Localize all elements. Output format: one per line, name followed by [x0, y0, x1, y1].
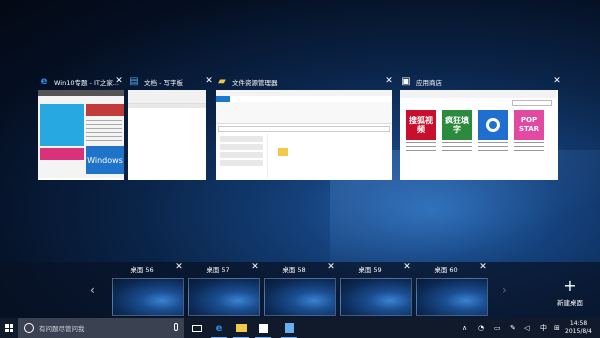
folder-icon: ▰	[218, 76, 226, 87]
search-box[interactable]: 有问题尽管问我	[18, 318, 184, 338]
close-icon[interactable]: ✕	[204, 76, 214, 86]
window-preview: Windows	[38, 90, 124, 180]
store-taskbar-icon[interactable]	[252, 318, 274, 338]
desktop-thumbnail	[340, 278, 412, 316]
task-view-icon[interactable]	[186, 318, 208, 338]
wordpad-taskbar-icon[interactable]	[278, 318, 300, 338]
window-title: 文档 - 写字板	[144, 79, 183, 87]
virtual-desktop[interactable]: 桌面 60 ✕	[416, 262, 488, 318]
desktop-label: 桌面 60	[434, 266, 458, 274]
window-preview	[128, 90, 206, 180]
clock-date: 2015/8/4	[565, 328, 592, 335]
show-hidden-icons-icon[interactable]: ∧	[462, 318, 467, 338]
virtual-desktop[interactable]: 桌面 58 ✕	[264, 262, 336, 318]
new-desktop-label[interactable]: 新建桌面	[546, 297, 594, 307]
file-explorer-icon[interactable]	[230, 318, 252, 338]
window-header: ▰ 文件资源管理器 ✕	[216, 74, 396, 90]
window-header: ▣ 应用商店 ✕	[400, 74, 562, 90]
desktop-label: 桌面 58	[282, 266, 306, 274]
speech-bubble-icon[interactable]: ✎	[510, 318, 516, 338]
window-thumb-wordpad[interactable]: ▤ 文档 - 写字板 ✕	[128, 74, 214, 180]
edge-taskbar-icon[interactable]: e	[208, 318, 230, 338]
start-button[interactable]	[0, 318, 18, 338]
window-thumb-store[interactable]: ▣ 应用商店 ✕ 搜狐视频 疯狂填字 POP STAR	[400, 74, 562, 180]
store-app-tile: 搜狐视频	[406, 110, 436, 140]
close-icon[interactable]: ✕	[114, 76, 124, 86]
volume-icon[interactable]: ◁	[524, 318, 529, 338]
close-icon[interactable]: ✕	[384, 76, 394, 86]
close-icon[interactable]: ✕	[478, 262, 488, 272]
clock[interactable]: 14:58 2015/8/4	[565, 320, 592, 336]
network-icon[interactable]: ◔	[478, 318, 484, 338]
window-preview	[216, 90, 392, 180]
desktop-thumbnail	[112, 278, 184, 316]
desktop-thumbnail	[188, 278, 260, 316]
close-icon[interactable]: ✕	[174, 262, 184, 272]
windows-banner: Windows	[86, 146, 124, 174]
action-center-icon[interactable]: ▭	[494, 318, 501, 338]
close-icon[interactable]: ✕	[402, 262, 412, 272]
clock-time: 14:58	[569, 320, 588, 327]
window-title: 文件资源管理器	[232, 79, 278, 87]
window-header: ▤ 文档 - 写字板 ✕	[128, 74, 214, 90]
window-title: 应用商店	[416, 79, 442, 87]
desktop-label: 桌面 57	[206, 266, 230, 274]
window-thumb-explorer[interactable]: ▰ 文件资源管理器 ✕	[216, 74, 396, 180]
ime-indicator[interactable]: 中	[540, 318, 547, 338]
window-preview: 搜狐视频 疯狂填字 POP STAR	[400, 90, 558, 180]
close-icon[interactable]: ✕	[326, 262, 336, 272]
store-icon: ▣	[401, 76, 411, 87]
keyboard-icon[interactable]: ⊞	[554, 318, 560, 338]
desktop-thumbnail	[264, 278, 336, 316]
window-title: Win10专题 - IT之家...	[54, 79, 120, 87]
desktop-label: 桌面 59	[358, 266, 382, 274]
store-app-tile	[478, 110, 508, 140]
close-icon[interactable]: ✕	[552, 76, 562, 86]
windows-logo-icon	[5, 324, 13, 332]
window-header: e Win10专题 - IT之家... ✕	[38, 74, 124, 90]
store-app-tile: 疯狂填字	[442, 110, 472, 140]
cortana-icon	[24, 323, 34, 333]
edge-icon: e	[40, 76, 48, 87]
chevron-right-icon[interactable]: ›	[502, 283, 507, 297]
virtual-desktop[interactable]: 桌面 56 ✕	[112, 262, 184, 318]
taskbar: 有问题尽管问我 e ∧ ◔ ▭ ✎ ◁ 中 ⊞ 14:58 2015/8/4	[0, 318, 600, 338]
desktop-thumbnail	[416, 278, 488, 316]
search-placeholder: 有问题尽管问我	[39, 325, 85, 333]
desktop-label: 桌面 56	[130, 266, 154, 274]
chevron-left-icon[interactable]: ‹	[90, 283, 95, 297]
virtual-desktop[interactable]: 桌面 59 ✕	[340, 262, 412, 318]
virtual-desktop[interactable]: 桌面 57 ✕	[188, 262, 260, 318]
wordpad-icon: ▤	[129, 76, 139, 87]
store-app-tile: POP STAR	[514, 110, 544, 140]
new-desktop-button[interactable]: +	[562, 278, 578, 294]
microphone-icon[interactable]	[174, 323, 178, 331]
close-icon[interactable]: ✕	[250, 262, 260, 272]
window-thumb-edge[interactable]: e Win10专题 - IT之家... ✕ Windows	[38, 74, 124, 180]
